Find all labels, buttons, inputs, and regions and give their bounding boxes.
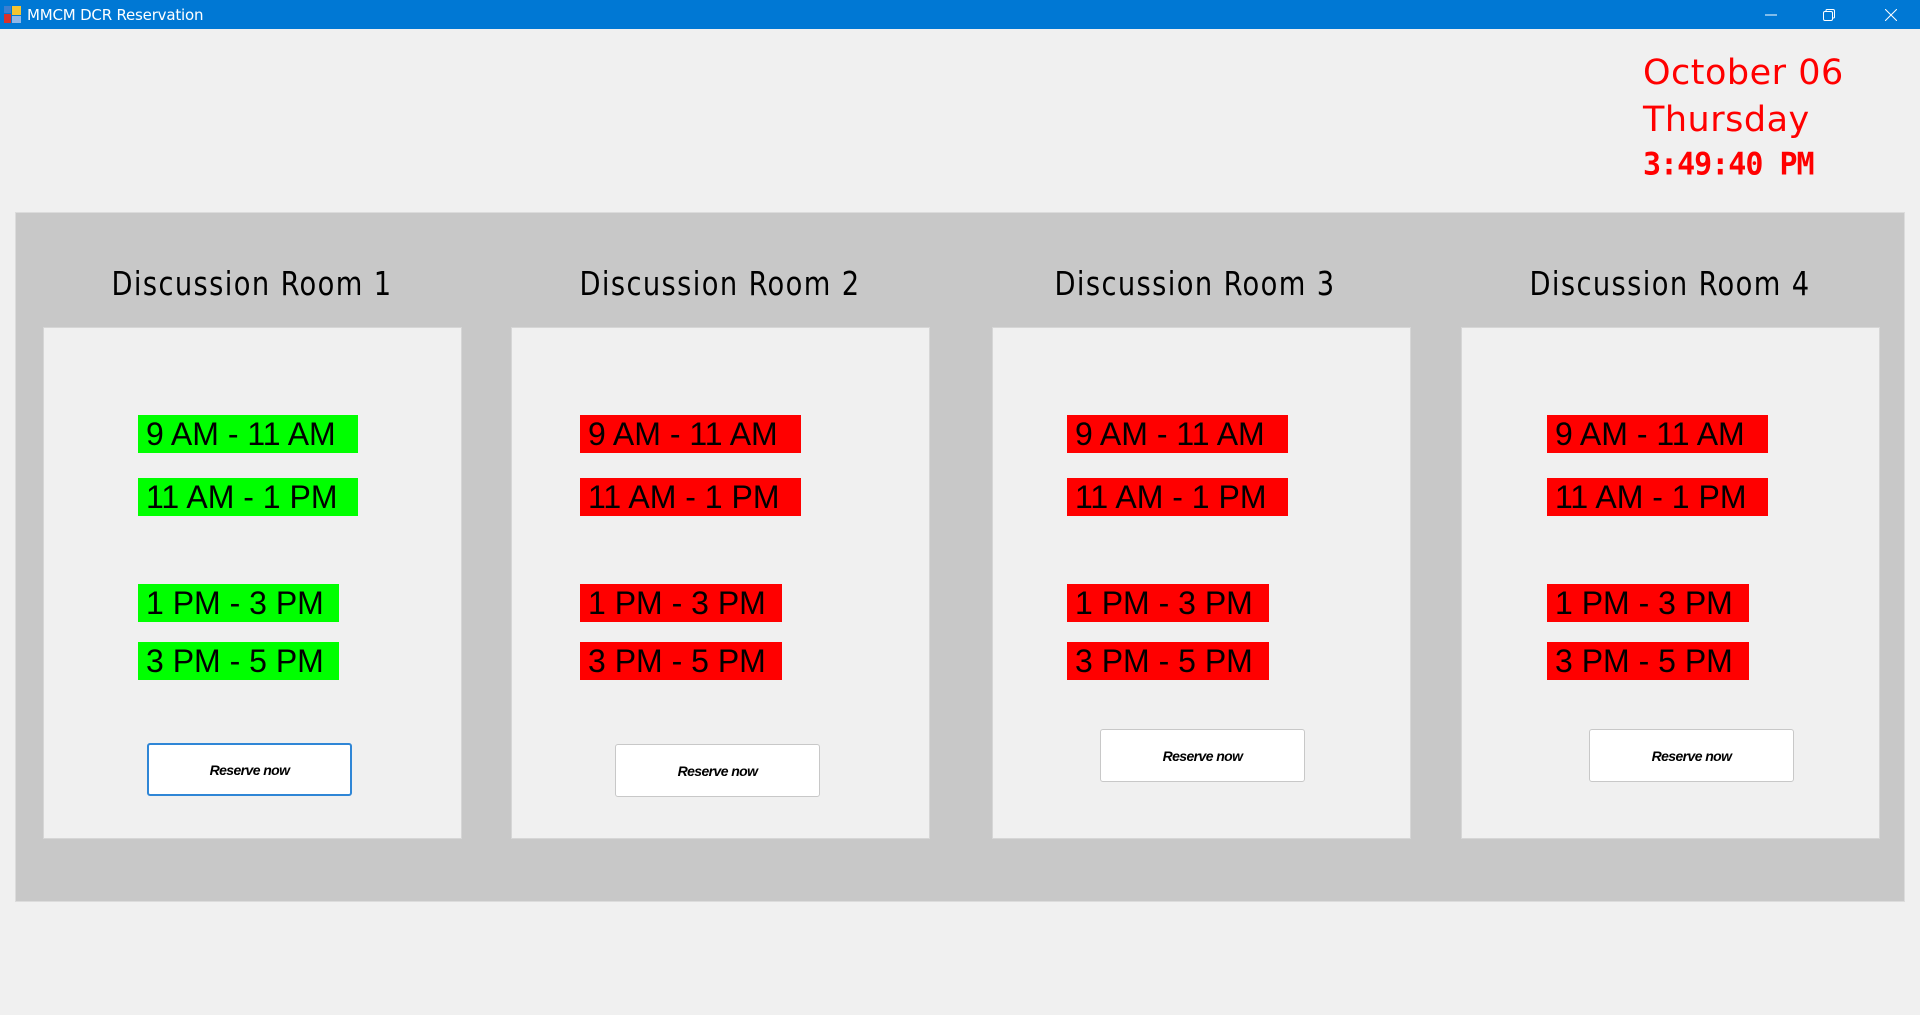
app-icon: [4, 6, 21, 23]
slot-room3-3pm[interactable]: 3 PM - 5 PM: [1067, 642, 1269, 680]
room-title-4: Discussion Room 4: [1529, 264, 1811, 303]
minimize-icon: [1765, 14, 1777, 15]
slot-room1-1pm[interactable]: 1 PM - 3 PM: [138, 584, 339, 622]
room-title-3: Discussion Room 3: [1054, 264, 1336, 303]
restore-button[interactable]: [1800, 0, 1858, 29]
slot-room4-11am[interactable]: 11 AM - 1 PM: [1547, 478, 1768, 516]
slot-room3-9am[interactable]: 9 AM - 11 AM: [1067, 415, 1288, 453]
slot-room4-1pm[interactable]: 1 PM - 3 PM: [1547, 584, 1749, 622]
slot-room2-9am[interactable]: 9 AM - 11 AM: [580, 415, 801, 453]
clock-date: October 06: [1643, 53, 1844, 93]
slot-room2-1pm[interactable]: 1 PM - 3 PM: [580, 584, 782, 622]
slot-room1-11am[interactable]: 11 AM - 1 PM: [138, 478, 358, 516]
reserve-button-room4[interactable]: Reserve now: [1589, 729, 1794, 782]
room-title-1: Discussion Room 1: [111, 264, 393, 303]
restore-icon: [1823, 8, 1835, 21]
reserve-button-room3[interactable]: Reserve now: [1100, 729, 1305, 782]
minimize-button[interactable]: [1742, 0, 1800, 29]
slot-room3-1pm[interactable]: 1 PM - 3 PM: [1067, 584, 1269, 622]
clock-day: Thursday: [1643, 100, 1810, 140]
title-bar: MMCM DCR Reservation: [0, 0, 1920, 29]
reserve-button-room2[interactable]: Reserve now: [615, 744, 820, 797]
slot-room3-11am[interactable]: 11 AM - 1 PM: [1067, 478, 1288, 516]
close-icon: [1885, 8, 1897, 21]
reserve-button-room1[interactable]: Reserve now: [147, 743, 352, 796]
slot-room1-3pm[interactable]: 3 PM - 5 PM: [138, 642, 339, 680]
slot-room2-11am[interactable]: 11 AM - 1 PM: [580, 478, 801, 516]
clock: October 06 Thursday 3:49:40 PM: [1643, 50, 1844, 184]
window-title: MMCM DCR Reservation: [27, 6, 204, 24]
room-title-2: Discussion Room 2: [579, 264, 861, 303]
close-button[interactable]: [1862, 0, 1920, 29]
slot-room4-9am[interactable]: 9 AM - 11 AM: [1547, 415, 1768, 453]
slot-room2-3pm[interactable]: 3 PM - 5 PM: [580, 642, 782, 680]
slot-room1-9am[interactable]: 9 AM - 11 AM: [138, 415, 358, 453]
clock-time: 3:49:40 PM: [1643, 146, 1815, 183]
slot-room4-3pm[interactable]: 3 PM - 5 PM: [1547, 642, 1749, 680]
